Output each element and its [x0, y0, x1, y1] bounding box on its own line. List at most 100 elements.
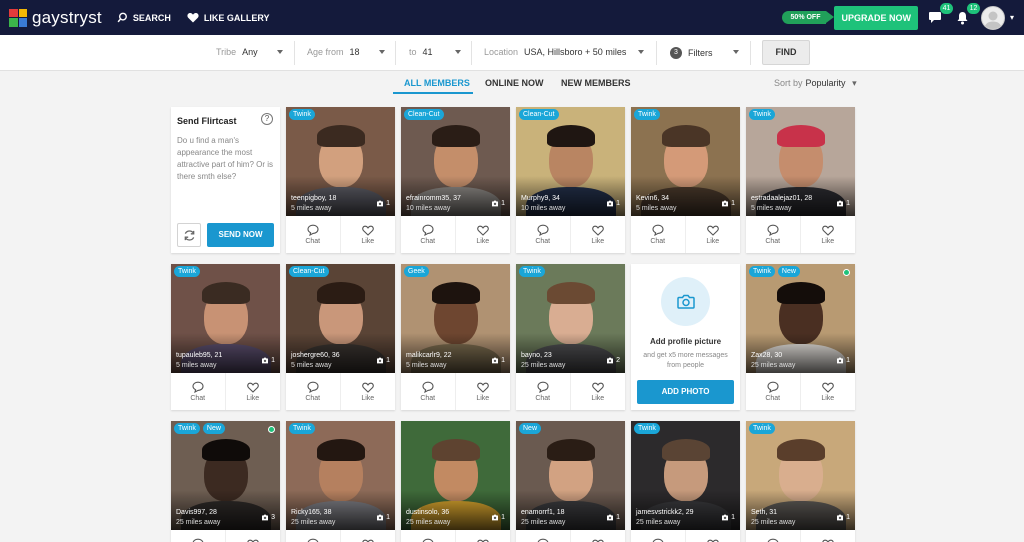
- upgrade-button[interactable]: UPGRADE NOW: [834, 5, 918, 30]
- chat-button[interactable]: Chat: [286, 216, 341, 253]
- member-photo[interactable]: Clean-Cut efrainromm35, 37 10 miles away 1: [401, 107, 510, 216]
- chat-icon: [307, 224, 319, 236]
- like-button[interactable]: Like: [686, 216, 741, 253]
- chat-icon: [767, 224, 779, 236]
- chat-button[interactable]: Chat: [631, 530, 686, 542]
- like-button[interactable]: Like: [571, 216, 626, 253]
- like-button[interactable]: Like: [341, 216, 396, 253]
- like-button[interactable]: Like: [456, 216, 511, 253]
- chat-button[interactable]: Chat: [746, 216, 801, 253]
- chat-button[interactable]: Chat: [516, 216, 571, 253]
- notifications-button[interactable]: 12: [956, 2, 980, 25]
- chat-button[interactable]: Chat: [286, 530, 341, 542]
- member-photo[interactable]: Geek malikcarlr9, 22 5 miles away 1: [401, 264, 510, 373]
- member-card[interactable]: dustinsolo, 36 25 miles away 1 ChatLike: [401, 421, 510, 542]
- add-photo-button[interactable]: ADD PHOTO: [637, 380, 734, 404]
- chat-button[interactable]: Chat: [401, 530, 456, 542]
- member-card[interactable]: Twink teenpigboy, 18 5 miles away 1 Chat Like: [286, 107, 395, 253]
- chat-button[interactable]: Chat: [746, 530, 801, 542]
- nav-search-link[interactable]: SEARCH: [117, 12, 171, 23]
- like-button[interactable]: Like: [226, 373, 281, 410]
- messages-button[interactable]: 41: [928, 3, 953, 24]
- member-card[interactable]: Twink Seth, 31 25 miles away 1 ChatLike: [746, 421, 855, 542]
- like-button[interactable]: Like: [571, 530, 626, 542]
- chat-button[interactable]: Chat: [516, 373, 571, 410]
- member-photo[interactable]: Twink jamesvstrickk2, 29 25 miles away 1: [631, 421, 740, 530]
- like-button[interactable]: Like: [456, 530, 511, 542]
- chat-button[interactable]: Chat: [171, 530, 226, 542]
- like-label: Like: [821, 394, 835, 402]
- member-photo[interactable]: Clean-Cut joshergre60, 36 5 miles away 1: [286, 264, 395, 373]
- like-button[interactable]: Like: [801, 530, 856, 542]
- chat-button[interactable]: Chat: [516, 530, 571, 542]
- member-name: estradaalejaz01, 28: [751, 195, 813, 202]
- help-icon[interactable]: ?: [261, 113, 273, 125]
- member-card[interactable]: Twink Ricky165, 38 25 miles away 1 ChatLike: [286, 421, 395, 542]
- chevron-down-icon[interactable]: ▾: [1010, 13, 1014, 22]
- like-button[interactable]: Like: [801, 373, 856, 410]
- filters-select[interactable]: 3 Filters: [670, 47, 713, 59]
- member-photo[interactable]: Twink Ricky165, 38 25 miles away 1: [286, 421, 395, 530]
- member-card[interactable]: TwinkNew Davis997, 28 25 miles away 3 ChatLi…: [171, 421, 280, 542]
- photo-figure: [431, 439, 480, 461]
- send-now-button[interactable]: SEND NOW: [207, 223, 274, 247]
- user-avatar[interactable]: [980, 5, 1005, 30]
- member-photo[interactable]: Twink teenpigboy, 18 5 miles away 1: [286, 107, 395, 216]
- chat-button[interactable]: Chat: [286, 373, 341, 410]
- refresh-button[interactable]: [177, 223, 201, 247]
- like-button[interactable]: Like: [456, 373, 511, 410]
- like-button[interactable]: Like: [801, 216, 856, 253]
- member-photo[interactable]: Twink tupauleb95, 21 5 miles away 1: [171, 264, 280, 373]
- member-card[interactable]: Geek malikcarlr9, 22 5 miles away 1 Chat Like: [401, 264, 510, 410]
- tribe-badge: Twink: [749, 423, 775, 434]
- chat-button[interactable]: Chat: [401, 216, 456, 253]
- member-photo[interactable]: Twink bayno, 23 25 miles away 2: [516, 264, 625, 373]
- photo-figure: [201, 439, 250, 461]
- age-from-value: 18: [349, 47, 360, 57]
- member-photo[interactable]: Twink New Zax28, 30 25 miles away 1: [746, 264, 855, 373]
- tribe-badge: Twink: [749, 109, 775, 120]
- member-card[interactable]: Clean-Cut joshergre60, 36 5 miles away 1 Cha…: [286, 264, 395, 410]
- sort-select[interactable]: Sort by Popularity ▾: [774, 78, 857, 89]
- member-distance: 10 miles away: [521, 205, 566, 212]
- member-card[interactable]: Clean-Cut Murphy9, 34 10 miles away 1 Chat Li…: [516, 107, 625, 253]
- brand-logo[interactable]: gaystryst: [9, 8, 102, 28]
- member-photo[interactable]: Twink Seth, 31 25 miles away 1: [746, 421, 855, 530]
- member-card[interactable]: Clean-Cut efrainromm35, 37 10 miles away 1 C…: [401, 107, 510, 253]
- member-photo[interactable]: Clean-Cut Murphy9, 34 10 miles away 1: [516, 107, 625, 216]
- member-photo[interactable]: dustinsolo, 36 25 miles away 1: [401, 421, 510, 530]
- chat-button[interactable]: Chat: [171, 373, 226, 410]
- like-button[interactable]: Like: [686, 530, 741, 542]
- member-photo[interactable]: Twink New Davis997, 28 25 miles away 3: [171, 421, 280, 530]
- member-card[interactable]: Twink jamesvstrickk2, 29 25 miles away 1 Cha…: [631, 421, 740, 542]
- tab-new-members[interactable]: NEW MEMBERS: [561, 78, 631, 88]
- like-button[interactable]: Like: [226, 530, 281, 542]
- age-to-select[interactable]: to 41: [409, 47, 433, 57]
- chat-icon: [767, 538, 779, 542]
- location-select[interactable]: Location USA, Hillsboro + 50 miles: [484, 47, 626, 57]
- like-button[interactable]: Like: [341, 373, 396, 410]
- chat-button[interactable]: Chat: [746, 373, 801, 410]
- camera-icon[interactable]: [661, 277, 710, 326]
- member-card[interactable]: Twink estradaalejaz01, 28 5 miles away 1 Cha…: [746, 107, 855, 253]
- member-photo[interactable]: New enamorrf1, 18 25 miles away 1: [516, 421, 625, 530]
- member-card[interactable]: New enamorrf1, 18 25 miles away 1 ChatLike: [516, 421, 625, 542]
- tribe-select[interactable]: Tribe Any: [216, 47, 258, 57]
- member-card[interactable]: Twink bayno, 23 25 miles away 2 Chat Like: [516, 264, 625, 410]
- chat-button[interactable]: Chat: [631, 216, 686, 253]
- member-photo[interactable]: Twink Kevin6, 34 5 miles away 1: [631, 107, 740, 216]
- like-label: Like: [821, 237, 835, 245]
- member-card[interactable]: Twink New Zax28, 30 25 miles away 1 Chat Like: [746, 264, 855, 410]
- nav-like-gallery-link[interactable]: LIKE GALLERY: [187, 12, 270, 23]
- tab-all-members[interactable]: ALL MEMBERS: [404, 78, 470, 88]
- find-button[interactable]: FIND: [762, 40, 810, 65]
- age-from-select[interactable]: Age from 18: [307, 47, 360, 57]
- tab-online-now[interactable]: ONLINE NOW: [485, 78, 544, 88]
- member-photo[interactable]: Twink estradaalejaz01, 28 5 miles away 1: [746, 107, 855, 216]
- chat-button[interactable]: Chat: [401, 373, 456, 410]
- member-distance: 5 miles away: [176, 362, 217, 369]
- like-button[interactable]: Like: [341, 530, 396, 542]
- member-card[interactable]: Twink Kevin6, 34 5 miles away 1 Chat Like: [631, 107, 740, 253]
- member-card[interactable]: Twink tupauleb95, 21 5 miles away 1 Chat Like: [171, 264, 280, 410]
- like-button[interactable]: Like: [571, 373, 626, 410]
